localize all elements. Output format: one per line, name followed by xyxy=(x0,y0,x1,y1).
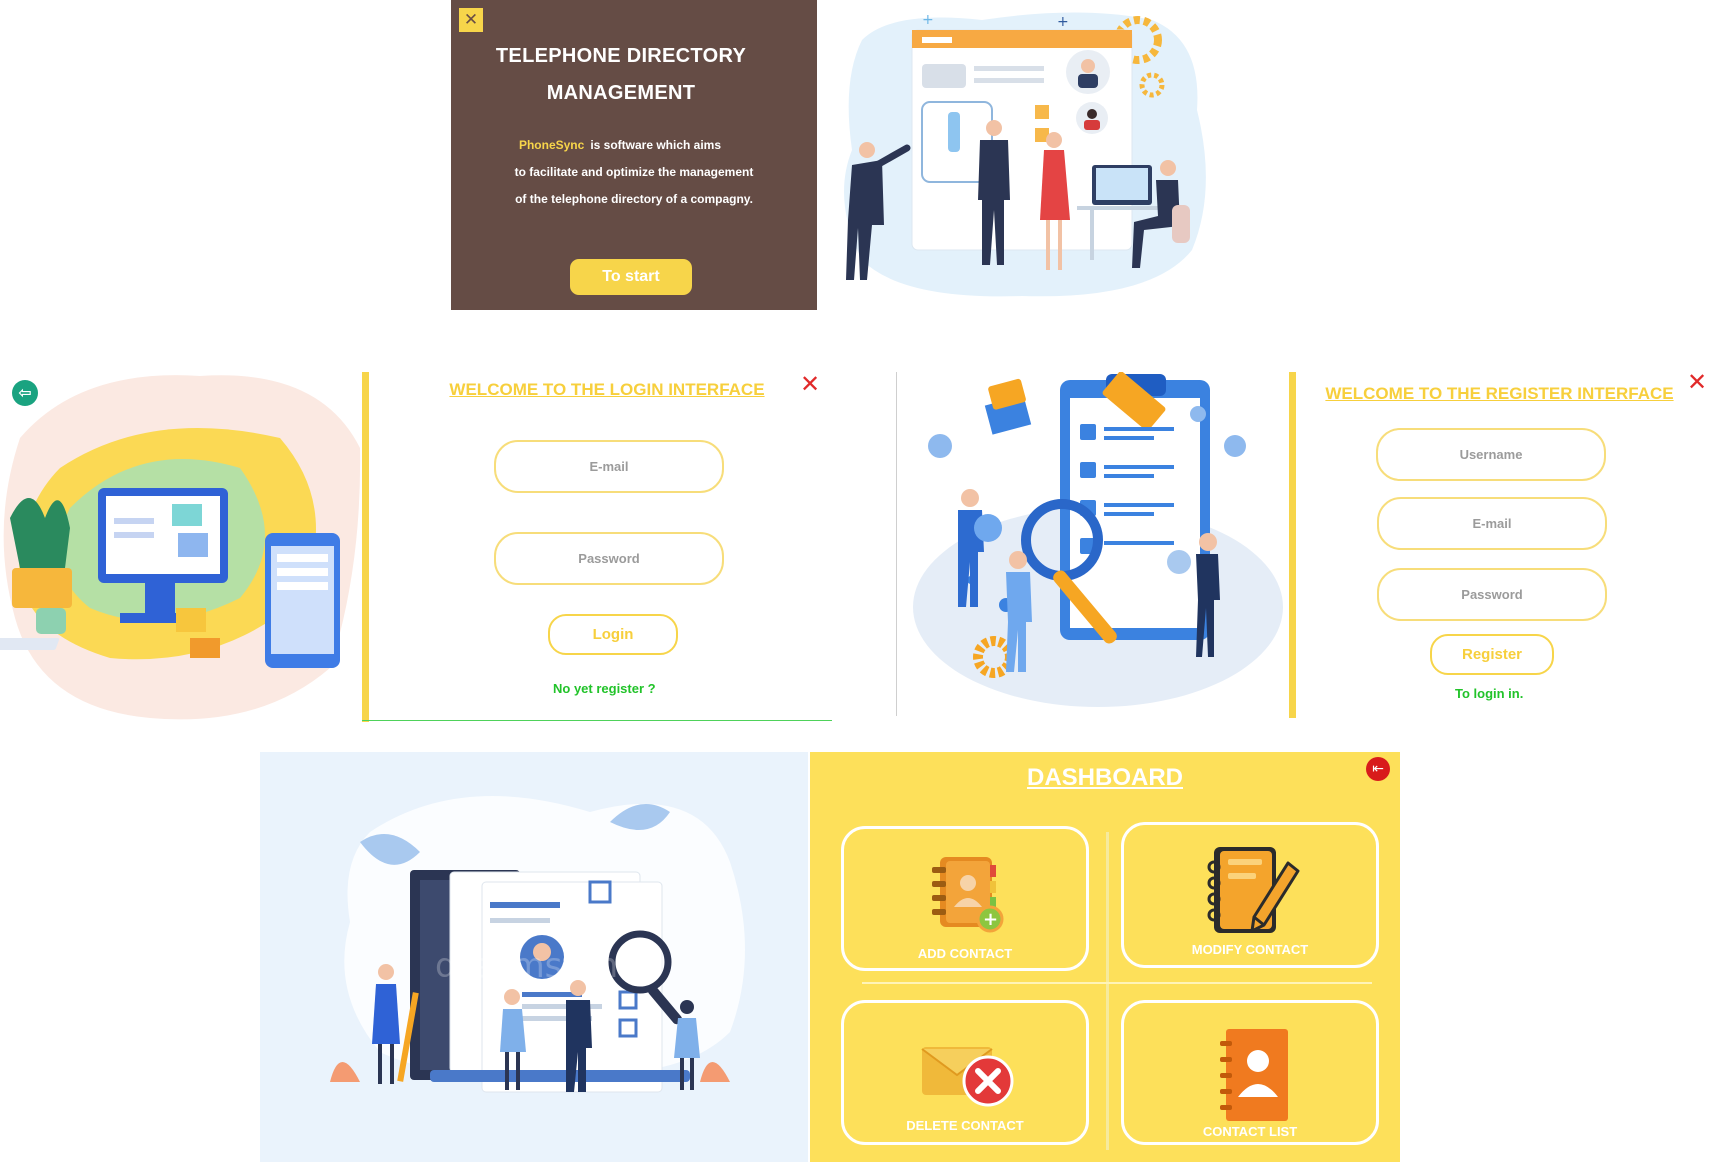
dashboard-panel: DASHBOARD ⇤ + ADD CONTACT MODIFY CONTACT xyxy=(810,752,1400,1162)
envelope-delete-icon xyxy=(921,1047,1014,1107)
login-divider-left xyxy=(362,372,369,722)
splash-title-line1: TELEPHONE DIRECTORY xyxy=(495,45,747,67)
registration-illustration xyxy=(913,372,1283,707)
desc-line1: is software which aims xyxy=(590,138,722,152)
svg-text:dreamstime: dreamstime xyxy=(435,946,639,986)
desc-line2: to facilitate and optimize the managemen… xyxy=(514,165,754,179)
svg-text:+: + xyxy=(1057,14,1069,30)
login-bottom-line xyxy=(362,720,832,721)
login-link[interactable]: To login in. xyxy=(1455,686,1523,701)
splash-title-line2: MANAGEMENT xyxy=(546,82,696,104)
address-book-add-icon: + xyxy=(932,857,1004,933)
tile-divider-vertical xyxy=(1106,832,1109,1150)
email-field[interactable]: E-mail xyxy=(1377,497,1607,550)
tile-label: CONTACT LIST xyxy=(1202,1124,1298,1139)
dashboard-title: DASHBOARD xyxy=(1027,764,1183,791)
modify-contact-tile[interactable]: MODIFY CONTACT xyxy=(1121,822,1379,968)
web-design-illustration xyxy=(0,375,361,720)
register-button[interactable]: Register xyxy=(1430,634,1554,675)
tile-label: ADD CONTACT xyxy=(917,946,1013,961)
close-icon[interactable]: ✕ xyxy=(459,8,483,32)
register-divider-left xyxy=(1289,372,1296,718)
add-contact-tile[interactable]: + ADD CONTACT xyxy=(841,826,1089,971)
splash-title: TELEPHONE DIRECTORY MANAGEMENT xyxy=(451,38,791,112)
splash-description: PhoneSync is software which aims to facil… xyxy=(451,132,817,213)
document-review-illustration: dreamstime xyxy=(260,752,808,1162)
email-field[interactable]: E-mail xyxy=(494,440,724,493)
svg-text:+: + xyxy=(922,12,934,28)
splash-window: ✕ TELEPHONE DIRECTORY MANAGEMENT PhoneSy… xyxy=(451,0,817,310)
svg-text:+: + xyxy=(983,909,998,930)
start-button[interactable]: To start xyxy=(570,259,692,295)
login-title: WELCOME TO THE LOGIN INTERFACE xyxy=(449,380,765,399)
team-illustration: + + xyxy=(844,12,1206,297)
password-field[interactable]: Password xyxy=(494,532,724,585)
close-icon[interactable]: ✕ xyxy=(1687,370,1707,394)
contact-list-tile[interactable]: CONTACT LIST xyxy=(1121,1000,1379,1145)
login-button[interactable]: Login xyxy=(548,614,678,655)
delete-contact-tile[interactable]: DELETE CONTACT xyxy=(841,1000,1089,1145)
close-icon[interactable]: ✕ xyxy=(800,372,820,396)
logout-icon[interactable]: ⇤ xyxy=(1366,757,1390,781)
notebook-pencil-icon xyxy=(1207,847,1300,933)
brand-name: PhoneSync xyxy=(518,138,585,152)
tile-label: MODIFY CONTACT xyxy=(1191,942,1309,957)
tile-label: DELETE CONTACT xyxy=(906,1118,1024,1133)
desc-line3: of the telephone directory of a compagny… xyxy=(515,192,753,206)
register-left-border xyxy=(896,372,897,716)
password-field[interactable]: Password xyxy=(1377,568,1607,621)
tile-divider-horizontal xyxy=(862,982,1372,984)
register-link[interactable]: No yet register ? xyxy=(553,681,656,696)
register-title: WELCOME TO THE REGISTER INTERFACE xyxy=(1325,384,1674,403)
username-field[interactable]: Username xyxy=(1376,428,1606,481)
contact-book-icon xyxy=(1220,1029,1288,1121)
